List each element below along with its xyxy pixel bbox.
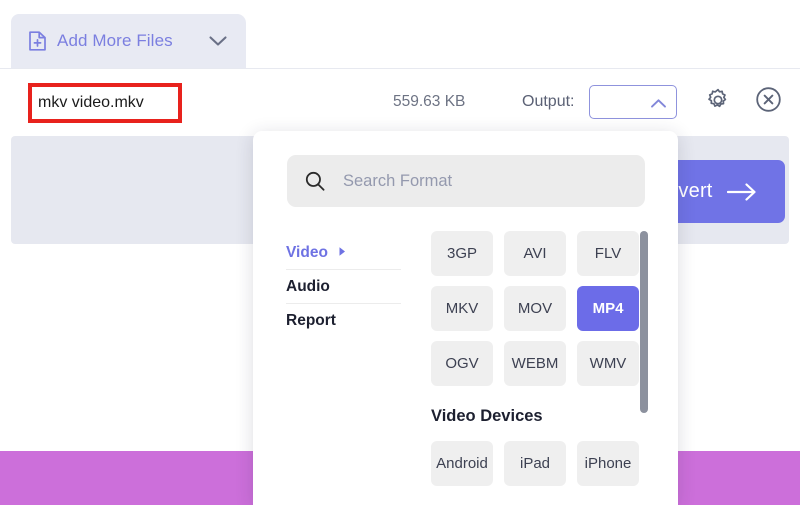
file-row: mkv video.mkv 559.63 KB Output: <box>0 68 800 132</box>
file-plus-icon <box>27 30 48 52</box>
add-more-files-button[interactable]: Add More Files <box>11 14 190 68</box>
output-label: Output: <box>522 93 575 110</box>
add-more-files-group: Add More Files <box>11 14 246 68</box>
category-label: Audio <box>286 277 330 295</box>
category-label: Video <box>286 243 328 261</box>
format-options-area: 3GP AVI FLV MKV MOV MP4 OGV WEBM WMV Vid… <box>431 231 646 486</box>
app-window: Add More Files mkv video.mkv 559.63 KB O… <box>0 0 800 505</box>
settings-button[interactable] <box>699 83 737 121</box>
top-toolbar: Add More Files <box>0 0 800 68</box>
remove-file-button[interactable] <box>749 83 787 121</box>
search-icon <box>304 170 326 192</box>
category-item-report[interactable]: Report <box>286 304 401 337</box>
output-format-select[interactable] <box>589 85 677 119</box>
video-devices-title: Video Devices <box>431 407 543 425</box>
format-list-scrollbar[interactable] <box>640 231 648 505</box>
format-chip[interactable]: 3GP <box>431 231 493 276</box>
format-chip-selected[interactable]: MP4 <box>577 286 639 331</box>
convert-button-label: vert <box>678 180 713 202</box>
add-more-files-label: Add More Files <box>57 31 173 50</box>
search-format-input[interactable] <box>341 170 615 192</box>
device-chip[interactable]: iPad <box>504 441 566 486</box>
arrow-right-icon <box>726 182 757 201</box>
device-chip[interactable]: iPhone <box>577 441 639 486</box>
file-size-label: 559.63 KB <box>393 93 466 110</box>
add-files-dropdown-button[interactable] <box>189 14 246 68</box>
file-name-label: mkv video.mkv <box>38 94 144 111</box>
category-label: Report <box>286 311 336 329</box>
video-format-grid: 3GP AVI FLV MKV MOV MP4 OGV WEBM WMV <box>431 231 646 386</box>
category-item-audio[interactable]: Audio <box>286 270 401 304</box>
file-name-highlight-box: mkv video.mkv <box>28 83 182 123</box>
caret-right-icon <box>338 244 347 262</box>
format-chip[interactable]: OGV <box>431 341 493 386</box>
chevron-down-icon <box>208 35 228 47</box>
format-chip[interactable]: MKV <box>431 286 493 331</box>
format-chip[interactable]: AVI <box>504 231 566 276</box>
format-category-list: Video Audio Report <box>286 236 401 337</box>
video-devices-grid: Android iPad iPhone <box>431 441 646 486</box>
close-circle-icon <box>755 86 782 118</box>
scrollbar-thumb[interactable] <box>640 231 648 413</box>
gear-icon <box>705 87 731 118</box>
chevron-up-icon <box>650 96 667 114</box>
format-chip[interactable]: WEBM <box>504 341 566 386</box>
format-chip[interactable]: MOV <box>504 286 566 331</box>
device-chip[interactable]: Android <box>431 441 493 486</box>
format-dropdown-panel: Video Audio Report 3GP AVI FLV MKV MOV <box>253 131 678 505</box>
format-chip[interactable]: FLV <box>577 231 639 276</box>
format-chip[interactable]: WMV <box>577 341 639 386</box>
search-format-box[interactable] <box>287 155 645 207</box>
category-item-video[interactable]: Video <box>286 236 401 270</box>
